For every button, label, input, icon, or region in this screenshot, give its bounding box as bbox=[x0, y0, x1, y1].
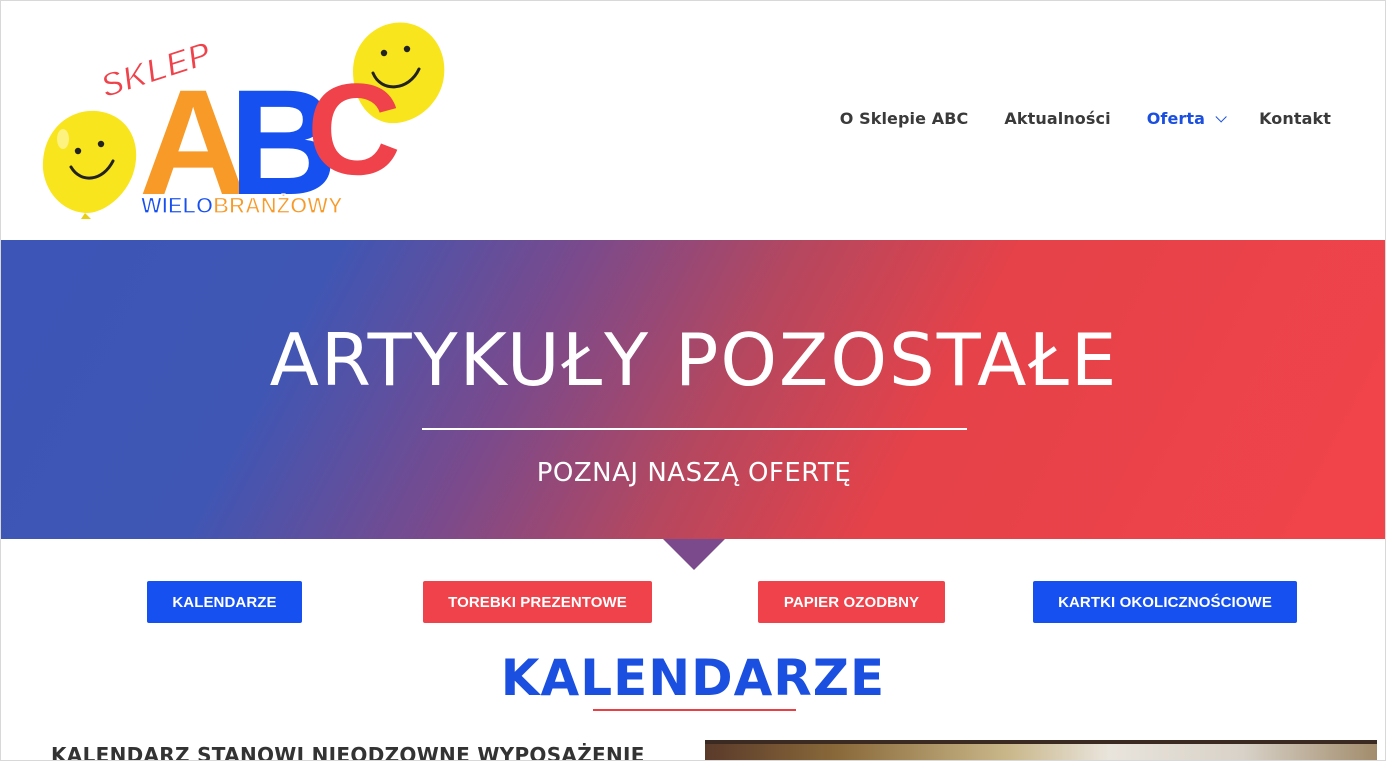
smiley-balloon-left-icon bbox=[42, 110, 137, 219]
section-title: KALENDARZE bbox=[500, 649, 886, 707]
calendar-photo-edge bbox=[705, 740, 1377, 744]
site-header: SKLEP A B C WIELOBRANŻOWY O Sklepie ABC … bbox=[1, 1, 1385, 240]
main-nav: O Sklepie ABC Aktualności Oferta Kontakt bbox=[840, 109, 1331, 128]
nav-item-oferta-label: Oferta bbox=[1146, 109, 1206, 128]
sklep-abc-logo[interactable]: SKLEP A B C WIELOBRANŻOWY bbox=[41, 19, 451, 219]
hero-subtitle: POZNAJ NASZĄ OFERTĘ bbox=[536, 458, 852, 488]
nav-item-aktualnosci[interactable]: Aktualności bbox=[1004, 109, 1110, 128]
section-title-underline bbox=[593, 709, 796, 711]
section-body-heading: KALENDARZ STANOWI NIEODZOWNE WYPOSAŻENIE bbox=[51, 743, 645, 761]
papier-ozdobny-button[interactable]: PAPIER OZODBNY bbox=[758, 581, 945, 623]
kartki-okolicznosciowe-button[interactable]: KARTKI OKOLICZNOŚCIOWE bbox=[1033, 581, 1297, 623]
nav-item-o-sklepie[interactable]: O Sklepie ABC bbox=[840, 109, 969, 128]
logo-wielobranzowy-text: WIELOBRANŻOWY bbox=[141, 193, 343, 218]
kalendarze-button[interactable]: KALENDARZE bbox=[147, 581, 302, 623]
nav-item-oferta[interactable]: Oferta bbox=[1146, 109, 1227, 128]
logo-letter-c: C bbox=[307, 56, 401, 202]
torebki-prezentowe-button[interactable]: TOREBKI PREZENTOWE bbox=[423, 581, 652, 623]
page: SKLEP A B C WIELOBRANŻOWY O Sklepie ABC … bbox=[0, 0, 1386, 761]
category-buttons: KALENDARZE TOREBKI PREZENTOWE PAPIER OZO… bbox=[1, 581, 1385, 623]
hero-divider bbox=[422, 428, 967, 430]
hero-arrow-pointer bbox=[663, 539, 725, 570]
chevron-down-icon bbox=[1215, 110, 1227, 123]
hero-title: ARTYKUŁY POZOSTAŁE bbox=[269, 318, 1119, 402]
hero-banner: ARTYKUŁY POZOSTAŁE POZNAJ NASZĄ OFERTĘ bbox=[1, 240, 1385, 539]
nav-item-kontakt[interactable]: Kontakt bbox=[1259, 109, 1331, 128]
